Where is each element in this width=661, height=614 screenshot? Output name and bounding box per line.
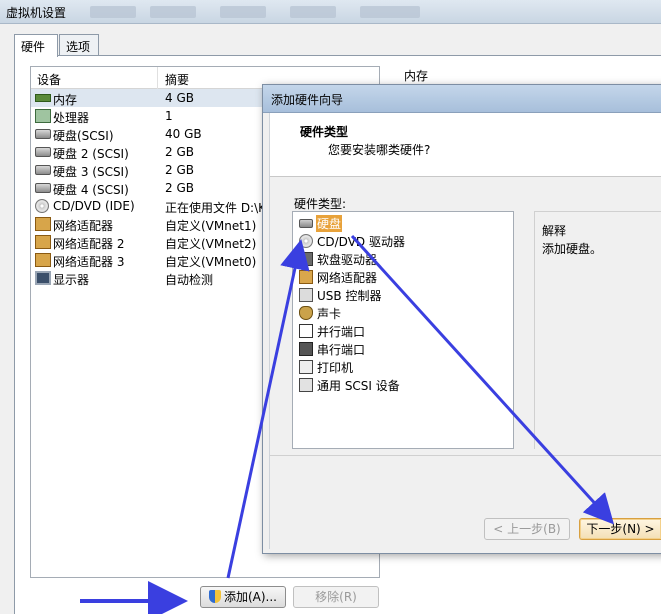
device-summary: 40 GB [165, 127, 202, 141]
device-summary: 正在使用文件 D:\K [165, 201, 267, 215]
device-summary: 2 GB [165, 163, 194, 177]
blurred-toolbar-text [150, 6, 196, 18]
hardware-item-label: CD/DVD 驱动器 [317, 235, 405, 249]
blurred-toolbar-text [90, 6, 136, 18]
usb-icon [299, 288, 313, 302]
hardware-type-list[interactable]: 硬盘 CD/DVD 驱动器 软盘驱动器 网络适配器 USB 控制器 声卡 并行端… [292, 211, 514, 449]
memory-panel-label: 内存 [404, 69, 429, 83]
sound-card-icon [299, 306, 313, 320]
device-name: 硬盘 3 (SCSI) [53, 165, 129, 179]
back-button[interactable]: < 上一步(B) [484, 518, 570, 540]
hardware-item-label: 串行端口 [317, 343, 366, 357]
column-separator[interactable] [157, 67, 158, 89]
device-summary: 1 [165, 109, 173, 123]
hardware-item-label: 软盘驱动器 [317, 253, 378, 267]
description-text: 添加硬盘。 [542, 242, 603, 256]
column-header-device[interactable]: 设备 [37, 71, 61, 88]
device-name: 硬盘(SCSI) [53, 129, 114, 143]
blurred-toolbar-text [220, 6, 266, 18]
device-summary: 自定义(VMnet2) [165, 237, 257, 251]
add-button-label: 添加(A)... [223, 590, 278, 604]
device-summary: 4 GB [165, 91, 194, 105]
hardware-item-label: 通用 SCSI 设备 [317, 379, 400, 393]
device-name: 硬盘 2 (SCSI) [53, 147, 129, 161]
device-summary: 自动检测 [165, 273, 214, 287]
hardware-type-label: 硬件类型: [294, 197, 347, 211]
device-name: 处理器 [53, 111, 90, 125]
hardware-item-label: 声卡 [317, 307, 342, 321]
wizard-title[interactable]: 添加硬件向导 [263, 85, 661, 113]
serial-port-icon [299, 342, 313, 356]
blurred-toolbar-text [290, 6, 336, 18]
floppy-icon [299, 252, 313, 266]
column-header-summary[interactable]: 摘要 [165, 71, 189, 88]
remove-hardware-button[interactable]: 移除(R) [293, 586, 379, 608]
tab-hardware[interactable]: 硬件 [14, 34, 58, 57]
hard-disk-icon [35, 129, 51, 139]
device-summary: 自定义(VMnet1) [165, 219, 257, 233]
hardware-item-label: 并行端口 [317, 325, 366, 339]
blurred-toolbar-text [360, 6, 420, 18]
device-summary: 2 GB [165, 145, 194, 159]
scsi-icon [299, 378, 313, 392]
parallel-port-icon [299, 324, 313, 338]
device-name: 内存 [53, 93, 78, 107]
hardware-item-label: 打印机 [317, 361, 354, 375]
network-adapter-icon [35, 235, 51, 249]
device-name: 硬盘 4 (SCSI) [53, 183, 129, 197]
uac-shield-icon [208, 590, 221, 603]
hard-disk-icon [35, 165, 51, 175]
hardware-item-label: USB 控制器 [317, 289, 382, 303]
window-title: 虚拟机设置 [6, 6, 67, 20]
wizard-header-title: 硬件类型 [300, 125, 349, 139]
hardware-item-label: 网络适配器 [317, 271, 378, 285]
hard-disk-icon [35, 183, 51, 193]
display-icon [35, 271, 51, 285]
printer-icon [299, 360, 313, 374]
tab-options[interactable]: 选项 [59, 34, 99, 55]
cd-dvd-icon [299, 234, 313, 248]
hard-disk-icon [35, 147, 51, 157]
device-name: 网络适配器 [53, 219, 114, 233]
device-name: 显示器 [53, 273, 90, 287]
hard-disk-icon [299, 219, 313, 228]
processor-icon [35, 109, 51, 123]
description-title: 解释 [542, 224, 567, 238]
device-summary: 自定义(VMnet0) [165, 255, 257, 269]
window-titlebar: 虚拟机设置 [0, 0, 661, 24]
device-summary: 2 GB [165, 181, 194, 195]
cd-dvd-icon [35, 199, 49, 213]
wizard-header: 硬件类型 您要安装哪类硬件? [270, 113, 661, 177]
wizard-body: 硬件类型 您要安装哪类硬件? 硬件类型: 硬盘 CD/DVD 驱动器 软盘驱动器… [269, 113, 661, 549]
device-name: 网络适配器 3 [53, 255, 125, 269]
wizard-header-subtitle: 您要安装哪类硬件? [328, 143, 431, 157]
next-button[interactable]: 下一步(N) > [579, 518, 661, 540]
hardware-item-label: 硬盘 [316, 215, 343, 232]
network-adapter-icon [35, 253, 51, 267]
add-hardware-wizard: 添加硬件向导 硬件类型 您要安装哪类硬件? 硬件类型: 硬盘 CD/DVD 驱动… [262, 84, 661, 554]
device-name: CD/DVD (IDE) [53, 199, 135, 213]
network-adapter-icon [35, 217, 51, 231]
device-name: 网络适配器 2 [53, 237, 125, 251]
wizard-divider [270, 455, 661, 456]
add-hardware-button[interactable]: 添加(A)... [200, 586, 286, 608]
memory-icon [35, 94, 51, 102]
network-adapter-icon [299, 270, 313, 284]
